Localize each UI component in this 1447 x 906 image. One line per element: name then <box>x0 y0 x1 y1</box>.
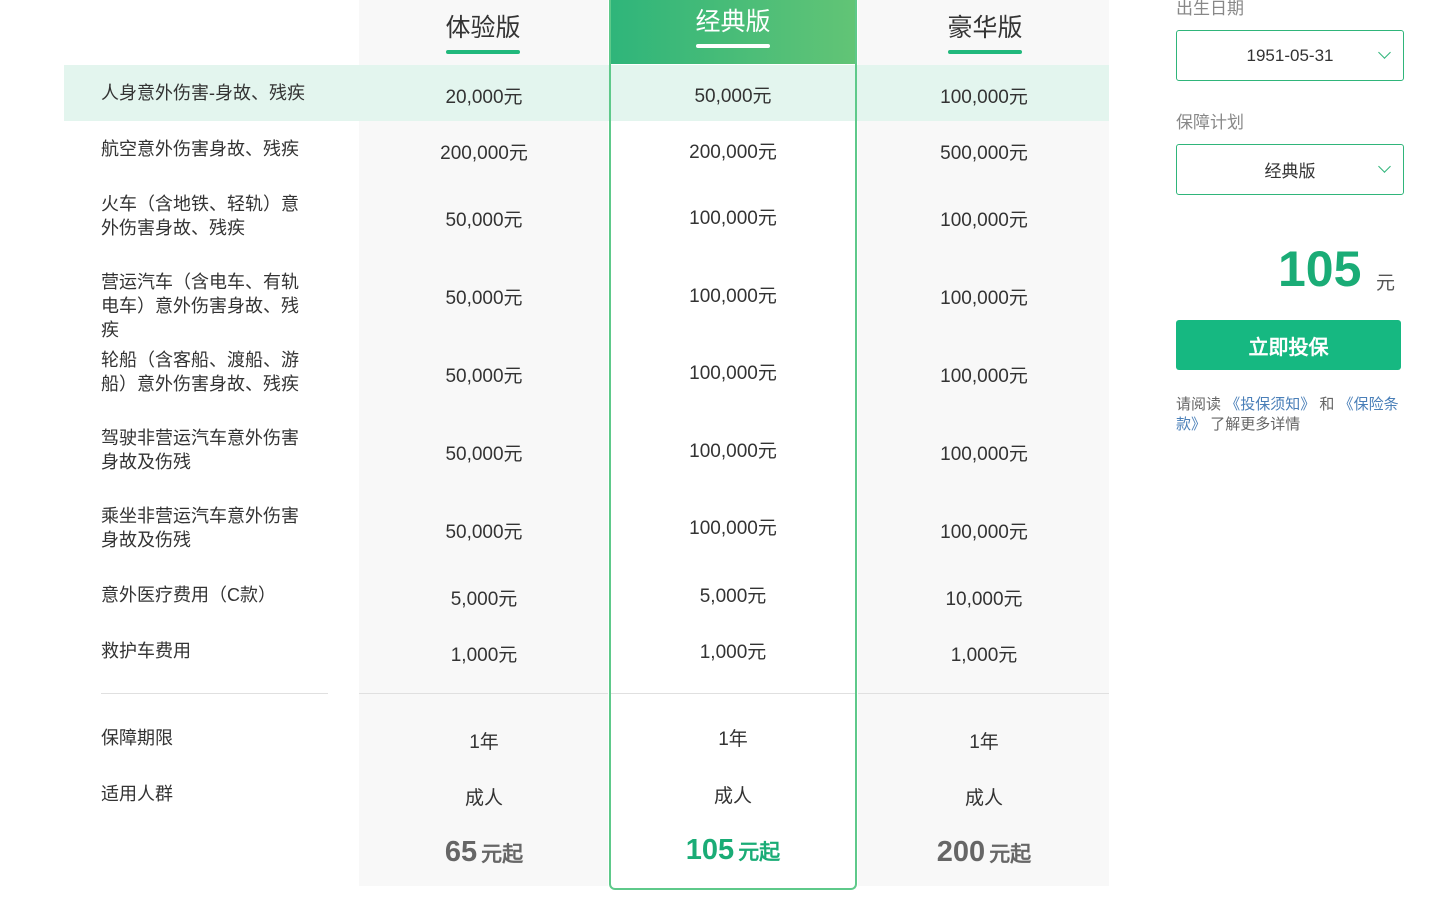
chevron-down-icon <box>1378 46 1391 59</box>
price-unit: 元起 <box>481 843 524 866</box>
value-cell: 1年 <box>469 732 499 753</box>
value-cell: 100,000元 <box>689 363 777 384</box>
row-label: 人身意外伤害-身故、残疾 <box>101 83 305 103</box>
notice-text: 请阅读 《投保须知》 和 《保险条款》 了解更多详情 <box>1176 395 1408 435</box>
plan-price-classic: 105 元起 <box>623 834 843 867</box>
plan-title-text: 体验版 <box>445 14 521 42</box>
value-cell: 50,000元 <box>694 86 772 107</box>
value-cell: 50,000元 <box>445 444 523 465</box>
plan-select[interactable]: 经典版 <box>1176 144 1404 195</box>
buy-now-button[interactable]: 立即投保 <box>1176 320 1401 370</box>
insurance-notice-link[interactable]: 《投保须知》 <box>1225 396 1315 413</box>
value-cell: 200,000元 <box>440 143 528 164</box>
row-label: 营运汽车（含电车、有轨电车）意外伤害身故、残疾 <box>101 272 299 340</box>
notice-post: 了解更多详情 <box>1210 416 1301 433</box>
total-price-unit: 元 <box>1376 273 1396 294</box>
plan-title-basic[interactable]: 体验版 <box>433 8 533 54</box>
value-cell: 1年 <box>969 732 999 753</box>
price-number: 200 <box>936 836 986 868</box>
value-cell: 20,000元 <box>445 87 523 108</box>
price-number: 105 <box>685 834 735 866</box>
row-label: 保障期限 <box>101 728 173 748</box>
row-label: 火车（含地铁、轻轨）意外伤害身故、残疾 <box>101 194 299 238</box>
title-underline <box>948 50 1022 54</box>
plan-title-classic[interactable]: 经典版 <box>683 2 783 48</box>
row-label: 乘坐非营运汽车意外伤害身故及伤残 <box>101 506 299 550</box>
value-cell: 50,000元 <box>445 210 523 231</box>
value-cell: 100,000元 <box>940 366 1028 387</box>
value-cell: 1年 <box>718 729 748 750</box>
value-cell: 100,000元 <box>689 518 777 539</box>
divider <box>359 693 608 694</box>
title-underline <box>696 44 770 48</box>
value-cell: 50,000元 <box>445 366 523 387</box>
value-cell: 100,000元 <box>940 288 1028 309</box>
total-price: 105 <box>1278 241 1362 297</box>
value-cell: 100,000元 <box>940 87 1028 108</box>
value-cell: 50,000元 <box>445 522 523 543</box>
plan-title-text: 经典版 <box>695 8 771 36</box>
value-cell: 200,000元 <box>689 142 777 163</box>
price-number: 65 <box>444 836 478 868</box>
title-underline <box>446 50 520 54</box>
value-cell: 10,000元 <box>945 589 1023 610</box>
value-cell: 1,000元 <box>950 645 1018 666</box>
plan-price-premium: 200 元起 <box>874 836 1094 869</box>
divider <box>858 693 1109 694</box>
notice-mid: 和 <box>1319 396 1335 413</box>
value-cell: 100,000元 <box>940 210 1028 231</box>
row-label: 意外医疗费用（C款） <box>101 585 276 605</box>
birth-date-label: 出生日期 <box>1176 0 1244 18</box>
birth-date-select[interactable]: 1951-05-31 <box>1176 30 1404 81</box>
value-cell: 1,000元 <box>450 645 518 666</box>
plan-select-label: 保障计划 <box>1176 113 1244 132</box>
plan-title-premium[interactable]: 豪华版 <box>935 8 1035 54</box>
value-cell: 100,000元 <box>689 286 777 307</box>
price-unit: 元起 <box>989 843 1032 866</box>
divider <box>611 693 855 694</box>
value-cell: 50,000元 <box>445 288 523 309</box>
divider <box>101 693 328 694</box>
plan-price-basic: 65 元起 <box>374 836 594 869</box>
row-label: 轮船（含客船、渡船、游船）意外伤害身故、残疾 <box>101 350 299 394</box>
value-cell: 成人 <box>713 786 752 807</box>
value-cell: 成人 <box>964 788 1003 809</box>
value-cell: 1,000元 <box>699 642 767 663</box>
row-label: 航空意外伤害身故、残疾 <box>101 139 299 159</box>
value-cell: 100,000元 <box>940 522 1028 543</box>
value-cell: 5,000元 <box>699 586 767 607</box>
value-cell: 5,000元 <box>450 589 518 610</box>
chevron-down-icon <box>1378 160 1391 173</box>
plan-title-text: 豪华版 <box>947 14 1023 42</box>
price-unit: 元起 <box>738 841 781 864</box>
value-cell: 100,000元 <box>940 444 1028 465</box>
row-label: 救护车费用 <box>101 641 191 661</box>
birth-date-value: 1951-05-31 <box>1246 45 1334 65</box>
plan-select-value: 经典版 <box>1264 162 1316 181</box>
value-cell: 100,000元 <box>689 208 777 229</box>
row-label: 驾驶非营运汽车意外伤害身故及伤残 <box>101 428 299 472</box>
notice-pre: 请阅读 <box>1176 396 1222 413</box>
row-label: 适用人群 <box>101 784 173 804</box>
value-cell: 100,000元 <box>689 441 777 462</box>
value-cell: 500,000元 <box>940 143 1028 164</box>
value-cell: 成人 <box>464 788 503 809</box>
